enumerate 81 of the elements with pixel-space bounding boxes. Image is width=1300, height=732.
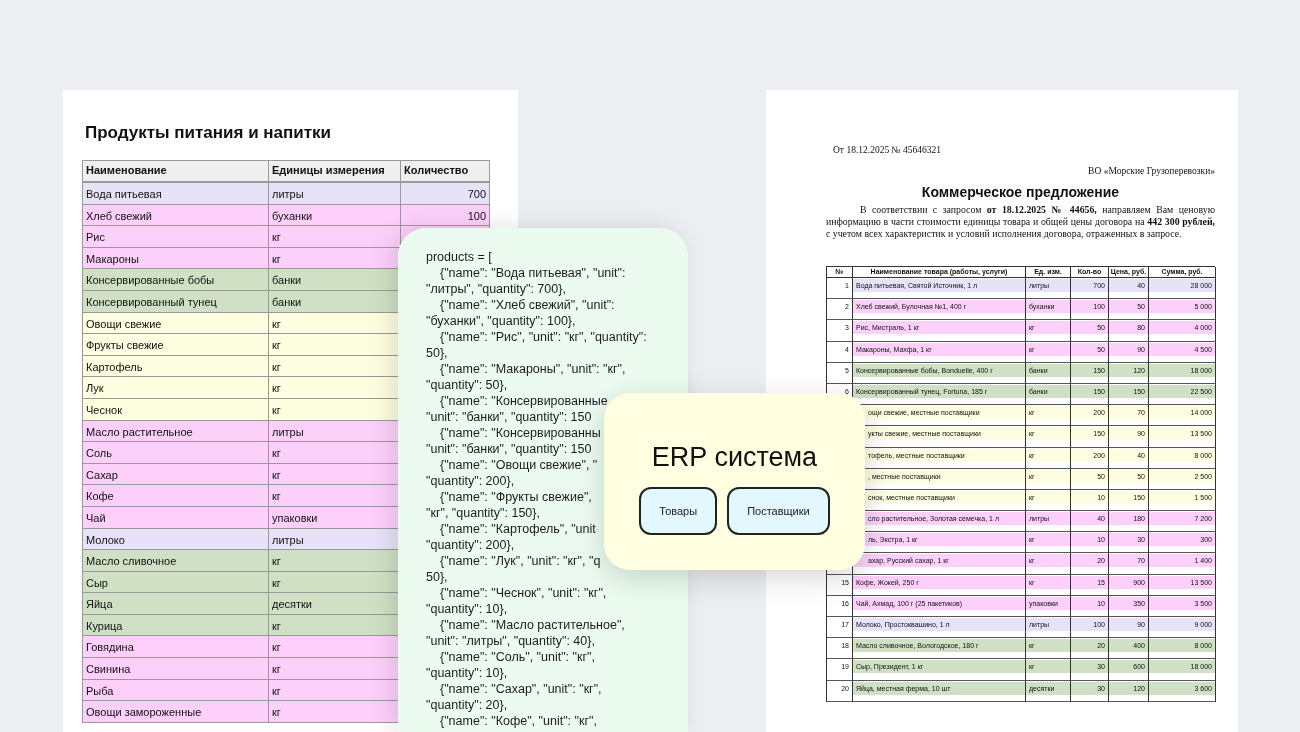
code-line: {"name": "Чеснок", "unit": "кг", (440, 585, 607, 601)
code-line: "unit": "банки", "quantity": 150 (426, 409, 592, 425)
code-line: "литры", "quantity": 700}, (426, 281, 566, 297)
table-cell: Лук (83, 377, 269, 399)
table-cell: 100 (401, 204, 490, 227)
table-cell: десятки (269, 593, 401, 615)
table-cell: Сахар (83, 463, 269, 486)
code-line: "кг", "quantity": 150}, (426, 505, 540, 521)
code-line: "quantity": 20}, (426, 697, 508, 713)
column-header: Единицы измерения (269, 161, 401, 183)
code-line: {"name": "Соль", "unit": "кг", (440, 649, 595, 665)
addressee: ВО «Морские Грузоперевозки» (1087, 165, 1215, 177)
code-line: "quantity": 200}, (426, 473, 515, 489)
table-cell: кг (269, 226, 401, 248)
table-cell: буханки (269, 204, 401, 227)
code-line: {"name": "Рис", "unit": "кг", "quantity": (440, 329, 647, 345)
code-line: 50}, (426, 569, 448, 585)
code-line: "quantity": 50}, (426, 377, 508, 393)
table-cell: Фрукты свежие (83, 334, 269, 356)
code-line: "quantity": 10}, (426, 665, 508, 681)
code-line: "quantity": 10}, (426, 601, 508, 617)
code-line: "unit": "литры", "quantity": 40}, (426, 633, 595, 649)
table-cell: Овощи свежие (83, 312, 269, 335)
table-cell: Консервированные бобы (83, 269, 269, 291)
table-cell: Рыба (83, 679, 269, 702)
code-line: {"name": "Овощи свежие", " (440, 457, 598, 473)
table-cell: Картофель (83, 355, 269, 378)
table-cell: Молоко (83, 528, 269, 551)
table-cell: Свинина (83, 658, 269, 680)
code-line: {"name": "Лук", "unit": "кг", "q (440, 553, 601, 569)
table-cell: Чай (83, 506, 269, 529)
document-title: Коммерческое предложение (920, 183, 1121, 201)
code-line: {"name": "Сахар", "unit": "кг", (440, 681, 602, 697)
sheet-title: Продукты питания и напитки (85, 123, 333, 143)
table-cell: кг (269, 701, 401, 723)
table-cell: 700 (401, 183, 490, 205)
table-cell: литры (269, 183, 401, 205)
code-line: "буханки", "quantity": 100}, (426, 313, 576, 329)
offer-paragraph: В соответствии с запросом от 18.12.2025 № 44656, направляем Вам ценовую информацию в части стоимости единицы товара и общей цены договора на 442 300 рублей, с учетом всех характеристик и условий исполнения договора, отраженных в запросе. (826, 204, 1215, 240)
table-cell: банки (269, 269, 401, 291)
table-cell: Макароны (83, 247, 269, 270)
erp-title: ERP система (651, 440, 818, 473)
code-line: {"name": "Фрукты свежие", (440, 489, 592, 505)
table-cell: Яйца (83, 593, 269, 615)
code-line: "quantity": 200}, (426, 537, 515, 553)
table-cell: кг (269, 550, 401, 572)
table-cell: кг (269, 658, 401, 680)
erp-button[interactable]: Товары (639, 486, 718, 535)
table-cell: Овощи замороженные (83, 701, 269, 723)
table-cell: кг (269, 485, 401, 507)
code-line: {"name": "Картофель", "unit (440, 521, 596, 537)
code-line: {"name": "Кофе", "unit": "кг", (440, 713, 597, 729)
code-line: {"name": "Вода питьевая", "unit": (440, 265, 626, 281)
table-cell: кг (269, 377, 401, 399)
table-cell: кг (269, 334, 401, 356)
table-cell: Сыр (83, 571, 269, 594)
table-cell: Кофе (83, 485, 269, 507)
table-cell: Хлеб свежий (83, 204, 269, 227)
code-line: {"name": "Консервированны (440, 425, 601, 441)
table-cell: Курица (83, 614, 269, 637)
code-line: products = [ (426, 249, 492, 265)
code-line: {"name": "Масло растительное", (440, 617, 625, 633)
table-cell: Масло сливочное (83, 550, 269, 572)
table-cell: Консервированный тунец (83, 290, 269, 313)
code-line: {"name": "Хлеб свежий", "unit": (440, 297, 615, 313)
table-cell: кг (269, 442, 401, 464)
table-cell: Рис (83, 226, 269, 248)
table-cell: Вода питьевая (83, 183, 269, 205)
document-reference: От 18.12.2025 № 45646321 (833, 144, 942, 156)
code-line: {"name": "Консервированные (440, 393, 608, 409)
table-cell: Масло растительное (83, 420, 269, 443)
table-cell: Соль (83, 442, 269, 464)
column-header: Наименование (83, 161, 269, 183)
table-cell: кг (269, 636, 401, 659)
erp-button[interactable]: Поставщики (727, 486, 830, 535)
table-cell: Говядина (83, 636, 269, 659)
column-header: Количество (401, 161, 490, 183)
code-line: "unit": "банки", "quantity": 150 (426, 441, 592, 457)
code-line: {"name": "Макароны", "unit": "кг", (440, 361, 626, 377)
code-line: 50}, (426, 345, 448, 361)
table-cell: Чеснок (83, 398, 269, 421)
